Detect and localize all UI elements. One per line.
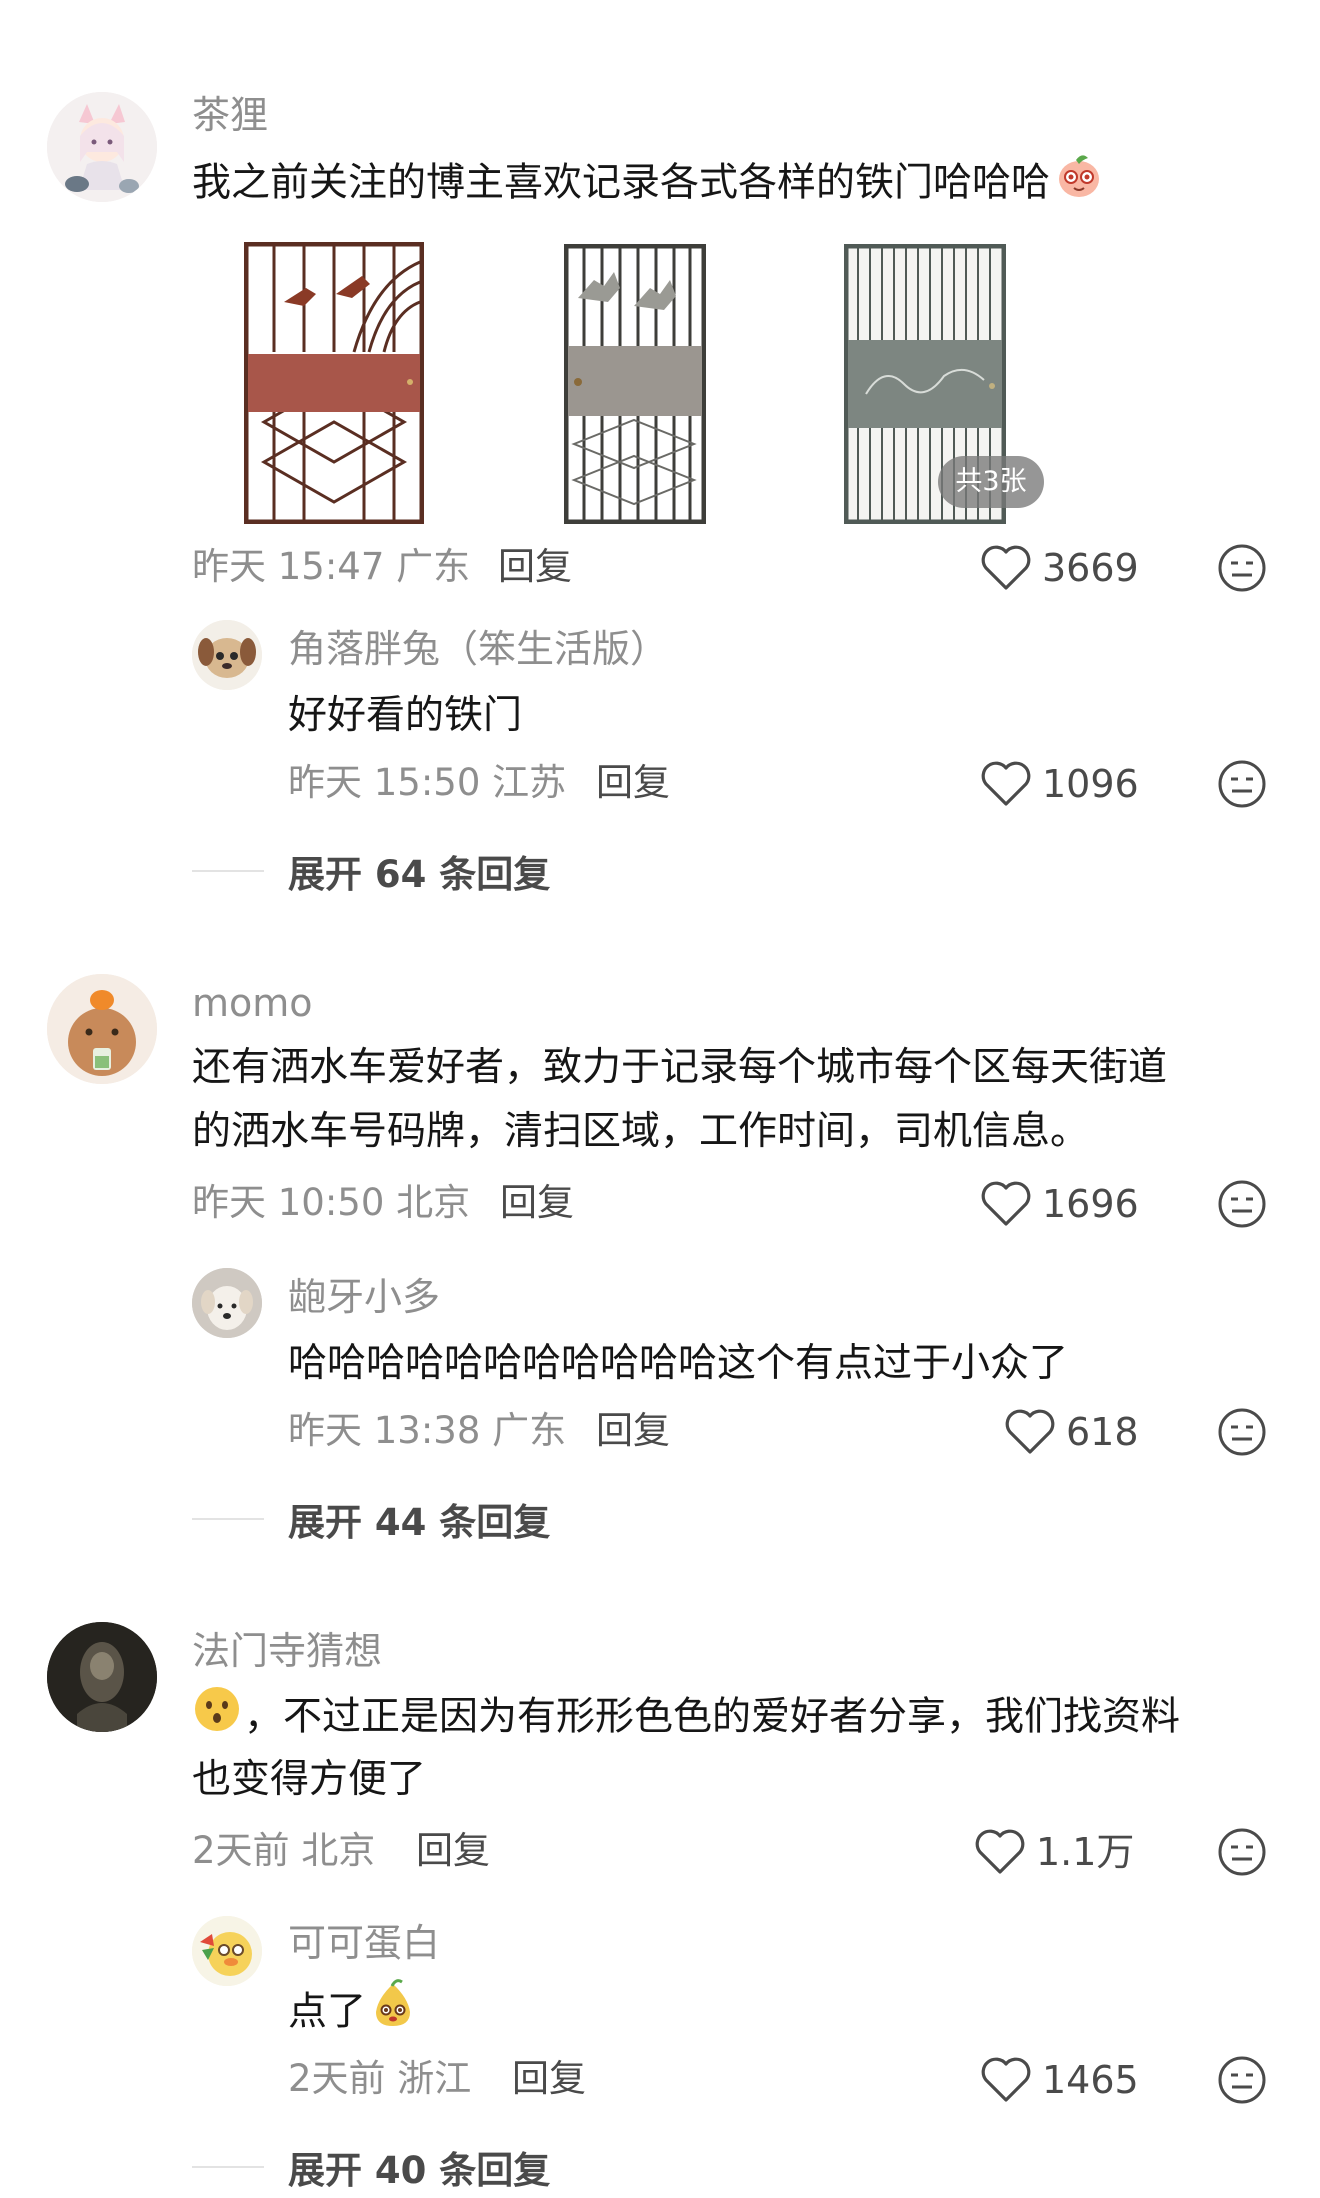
- image-count-badge: 共3张: [938, 456, 1044, 508]
- like-count: 1696: [1042, 1182, 1139, 1226]
- comment-text-content: 我之前关注的博主喜欢记录各式各样的铁门哈哈哈: [192, 160, 1051, 206]
- like-count: 1465: [1042, 2058, 1139, 2102]
- comment-image[interactable]: [244, 242, 424, 524]
- like-button[interactable]: 1696: [980, 1180, 1139, 1228]
- reply-text: 哈哈哈哈哈哈哈哈哈哈哈这个有点过于小众了: [288, 1341, 1069, 1386]
- avatar[interactable]: [47, 974, 157, 1084]
- meh-face-icon[interactable]: [1216, 1178, 1268, 1230]
- comment-meta: 昨天 10:50 北京: [192, 1181, 471, 1224]
- like-button[interactable]: 1465: [980, 2056, 1139, 2104]
- reply-text: 好好看的铁门: [288, 693, 523, 738]
- avatar[interactable]: [47, 1622, 157, 1732]
- heart-outline-icon: [975, 1829, 1025, 1874]
- like-button[interactable]: 618: [1004, 1408, 1139, 1456]
- avatar[interactable]: [192, 620, 262, 690]
- reply-text-content: 点了: [288, 1989, 367, 2035]
- avatar[interactable]: [192, 1268, 262, 1338]
- comment-author[interactable]: momo: [192, 984, 313, 1022]
- divider: [192, 1518, 264, 1520]
- avatar[interactable]: [47, 92, 157, 202]
- reply-text: 点了: [288, 1978, 418, 2050]
- meh-face-icon[interactable]: [1216, 1826, 1268, 1878]
- meh-face-icon[interactable]: [1216, 758, 1268, 810]
- like-count: 618: [1066, 1410, 1139, 1454]
- dog-photo-avatar-image: [192, 1268, 262, 1338]
- comment-text-line: 也变得方便了: [192, 1757, 427, 1802]
- dark-art-avatar-image: [47, 1622, 157, 1732]
- reply-meta: 昨天 15:50 江苏: [288, 761, 567, 804]
- like-count: 1096: [1042, 762, 1139, 806]
- like-button[interactable]: 1.1万: [974, 1828, 1134, 1876]
- cat-girl-avatar-image: [47, 92, 157, 202]
- meh-face-icon[interactable]: [1216, 542, 1268, 594]
- comment-image[interactable]: [564, 244, 706, 524]
- reply-button[interactable]: 回复: [416, 1832, 490, 1869]
- comment-text-line: 的洒水车号码牌，清扫区域，工作时间，司机信息。: [192, 1109, 1090, 1154]
- expand-replies-button[interactable]: 展开 64 条回复: [192, 844, 550, 898]
- avatar[interactable]: [192, 1916, 262, 1986]
- comment-author[interactable]: 茶狸: [192, 96, 268, 134]
- comment-author[interactable]: 法门寺猜想: [192, 1632, 382, 1670]
- like-count: 3669: [1042, 546, 1139, 590]
- peach-emoji-icon: [1054, 150, 1104, 220]
- comment-text-line: 还有洒水车爱好者，致力于记录每个城市每个区每天街道: [192, 1045, 1168, 1090]
- expand-replies-label: 展开 64 条回复: [288, 853, 551, 896]
- comment-text-content: ，不过正是因为有形形色色的爱好者分享，我们找资料: [244, 1694, 1181, 1740]
- expand-replies-button[interactable]: 展开 44 条回复: [192, 1492, 550, 1546]
- pear-face-emoji-icon: [368, 1978, 418, 2050]
- meh-face-icon[interactable]: [1216, 1406, 1268, 1458]
- reply-author[interactable]: 角落胖兔（笨生活版）: [288, 630, 668, 668]
- divider: [192, 2166, 264, 2168]
- reply-button[interactable]: 回复: [512, 2060, 586, 2097]
- heart-outline-icon: [981, 545, 1031, 590]
- puppy-avatar-image: [192, 620, 262, 690]
- expand-replies-label: 展开 44 条回复: [288, 1501, 551, 1544]
- comment-text: 我之前关注的博主喜欢记录各式各样的铁门哈哈哈: [192, 150, 1104, 220]
- meh-face-icon[interactable]: [1216, 2054, 1268, 2106]
- like-button[interactable]: 3669: [980, 544, 1139, 592]
- reply-button[interactable]: 回复: [498, 548, 572, 585]
- heart-outline-icon: [981, 2057, 1031, 2102]
- comment-text-line: ，不过正是因为有形形色色的爱好者分享，我们找资料: [192, 1684, 1180, 1754]
- like-button[interactable]: 1096: [980, 760, 1139, 808]
- surprised-face-emoji-icon: [192, 1684, 242, 1754]
- reply-button[interactable]: 回复: [500, 1184, 574, 1221]
- reply-meta: 昨天 13:38 广东: [288, 1409, 567, 1452]
- divider: [192, 870, 264, 872]
- expand-replies-button[interactable]: 展开 40 条回复: [192, 2140, 550, 2194]
- reply-author[interactable]: 可可蛋白: [288, 1924, 440, 1962]
- expand-replies-label: 展开 40 条回复: [288, 2149, 551, 2192]
- capybara-avatar-image: [47, 974, 157, 1084]
- comment-meta: 2天前 北京: [192, 1829, 376, 1872]
- heart-outline-icon: [1005, 1409, 1055, 1454]
- heart-outline-icon: [981, 761, 1031, 806]
- comment-meta: 昨天 15:47 广东: [192, 545, 471, 588]
- reply-meta: 2天前 浙江: [288, 2057, 472, 2100]
- reply-author[interactable]: 龅牙小多: [288, 1278, 440, 1316]
- reply-button[interactable]: 回复: [596, 764, 670, 801]
- duck-avatar-image: [192, 1916, 262, 1986]
- heart-outline-icon: [981, 1181, 1031, 1226]
- like-count: 1.1万: [1036, 1830, 1135, 1874]
- reply-button[interactable]: 回复: [596, 1412, 670, 1449]
